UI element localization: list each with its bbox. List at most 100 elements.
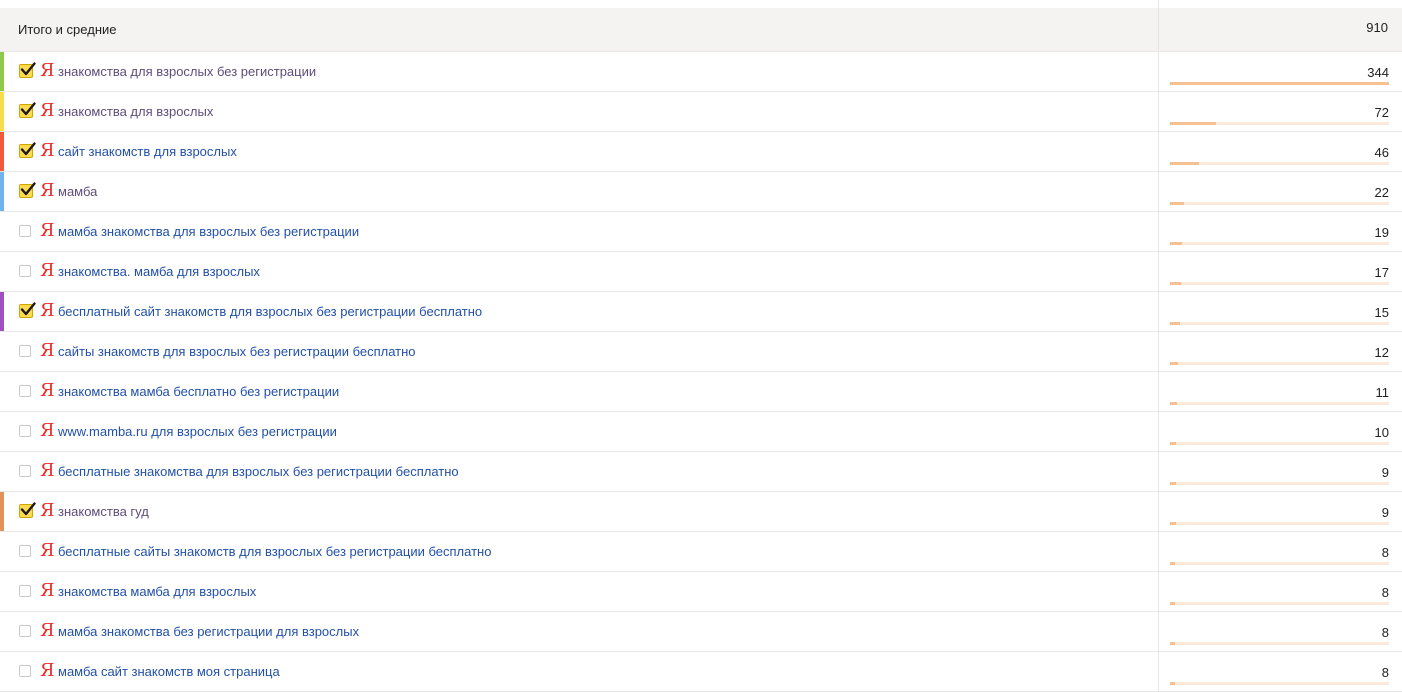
report-table: Итого и средние 910 Язнакомства для взро… [0, 0, 1402, 692]
share-bar-fill [1170, 122, 1216, 125]
visits-value: 22 [1374, 185, 1389, 200]
yandex-icon: Я [40, 540, 55, 561]
row-checkbox[interactable] [19, 545, 31, 557]
share-bar-fill [1170, 202, 1184, 205]
share-bar-track [1170, 562, 1389, 565]
yandex-icon: Я [40, 460, 55, 481]
visits-value: 344 [1367, 65, 1389, 80]
visits-value: 9 [1381, 465, 1389, 480]
totals-label: Итого и средние [18, 22, 117, 37]
row-checkbox[interactable] [19, 502, 36, 518]
table-row: Язнакомства гуд 9 [0, 492, 1402, 532]
search-phrase-link[interactable]: мамба сайт знакомств моя страница [58, 664, 280, 680]
series-color-stripe [0, 92, 4, 131]
search-phrase-link[interactable]: знакомства мамба бесплатно без регистрац… [58, 384, 339, 400]
row-checkbox[interactable] [19, 385, 31, 397]
share-bar-track [1170, 282, 1389, 285]
table-top-gap [0, 0, 1402, 8]
yandex-icon: Я [40, 100, 55, 121]
row-checkbox[interactable] [19, 302, 36, 318]
share-bar-track [1170, 642, 1389, 645]
table-row: Язнакомства мамба для взрослых 8 [0, 572, 1402, 612]
visits-value: 8 [1381, 625, 1389, 640]
search-phrase-link[interactable]: www.mamba.ru для взрослых без регистраци… [58, 424, 337, 440]
row-checkbox[interactable] [19, 425, 31, 437]
checkmark-icon [20, 182, 36, 196]
share-bar-track [1170, 482, 1389, 485]
row-checkbox[interactable] [19, 345, 31, 357]
row-checkbox[interactable] [19, 62, 36, 78]
table-row: Язнакомства. мамба для взрослых 17 [0, 252, 1402, 292]
share-bar-fill [1170, 402, 1177, 405]
yandex-icon: Я [40, 500, 55, 521]
share-bar-fill [1170, 522, 1176, 525]
table-row: Ябесплатные знакомства для взрослых без … [0, 452, 1402, 492]
share-bar-track [1170, 362, 1389, 365]
row-checkbox[interactable] [19, 182, 36, 198]
share-bar-fill [1170, 562, 1175, 565]
totals-row: Итого и средние 910 [0, 8, 1402, 52]
visits-value: 11 [1375, 385, 1390, 400]
visits-value: 10 [1374, 425, 1389, 440]
row-checkbox[interactable] [19, 465, 31, 477]
search-phrase-link[interactable]: сайт знакомств для взрослых [58, 144, 237, 160]
share-bar-track [1170, 442, 1389, 445]
yandex-icon: Я [40, 260, 55, 281]
search-phrase-link[interactable]: знакомства. мамба для взрослых [58, 264, 260, 280]
table-row: Ямамба сайт знакомств моя страница 8 [0, 652, 1402, 692]
share-bar-fill [1170, 482, 1176, 485]
series-color-stripe [0, 132, 4, 171]
yandex-icon: Я [40, 60, 55, 81]
row-checkbox[interactable] [19, 585, 31, 597]
checkmark-icon [20, 502, 36, 516]
series-color-stripe [0, 492, 4, 531]
share-bar-track [1170, 522, 1389, 525]
yandex-icon: Я [40, 620, 55, 641]
totals-value: 910 [1366, 20, 1388, 35]
share-bar-track [1170, 402, 1389, 405]
yandex-icon: Я [40, 220, 55, 241]
visits-value: 8 [1381, 665, 1389, 680]
share-bar-fill [1170, 682, 1175, 685]
share-bar-track [1170, 322, 1389, 325]
table-row: Язнакомства для взрослых без регистрации… [0, 52, 1402, 92]
visits-value: 19 [1374, 225, 1389, 240]
series-color-stripe [0, 52, 4, 91]
search-phrase-link[interactable]: знакомства гуд [58, 504, 149, 520]
search-phrase-link[interactable]: бесплатный сайт знакомств для взрослых б… [58, 304, 482, 320]
table-row: Ямамба 22 [0, 172, 1402, 212]
table-row: Язнакомства для взрослых 72 [0, 92, 1402, 132]
share-bar-fill [1170, 442, 1176, 445]
table-row: Яwww.mamba.ru для взрослых без регистрац… [0, 412, 1402, 452]
search-phrase-link[interactable]: бесплатные сайты знакомств для взрослых … [58, 544, 491, 560]
table-row: Язнакомства мамба бесплатно без регистра… [0, 372, 1402, 412]
share-bar-track [1170, 602, 1389, 605]
search-phrase-link[interactable]: знакомства для взрослых без регистрации [58, 64, 316, 80]
share-bar-track [1170, 162, 1389, 165]
share-bar-fill [1170, 322, 1180, 325]
yandex-icon: Я [40, 180, 55, 201]
row-checkbox[interactable] [19, 102, 36, 118]
visits-value: 12 [1374, 345, 1389, 360]
row-checkbox[interactable] [19, 265, 31, 277]
share-bar-fill [1170, 82, 1389, 85]
visits-value: 8 [1381, 545, 1389, 560]
column-divider [1158, 0, 1159, 692]
checkmark-icon [20, 62, 36, 76]
row-checkbox[interactable] [19, 142, 36, 158]
search-phrase-link[interactable]: бесплатные знакомства для взрослых без р… [58, 464, 459, 480]
row-checkbox[interactable] [19, 625, 31, 637]
search-phrase-link[interactable]: сайты знакомств для взрослых без регистр… [58, 344, 416, 360]
table-row: Ябесплатные сайты знакомств для взрослых… [0, 532, 1402, 572]
visits-value: 72 [1374, 105, 1389, 120]
search-phrase-link[interactable]: мамба знакомства для взрослых без регист… [58, 224, 359, 240]
row-checkbox[interactable] [19, 665, 31, 677]
search-phrase-link[interactable]: знакомства мамба для взрослых [58, 584, 256, 600]
search-phrase-link[interactable]: мамба знакомства без регистрации для взр… [58, 624, 359, 640]
search-phrase-link[interactable]: знакомства для взрослых [58, 104, 213, 120]
yandex-icon: Я [40, 580, 55, 601]
share-bar-track [1170, 82, 1389, 85]
row-checkbox[interactable] [19, 225, 31, 237]
share-bar-fill [1170, 602, 1175, 605]
search-phrase-link[interactable]: мамба [58, 184, 97, 200]
